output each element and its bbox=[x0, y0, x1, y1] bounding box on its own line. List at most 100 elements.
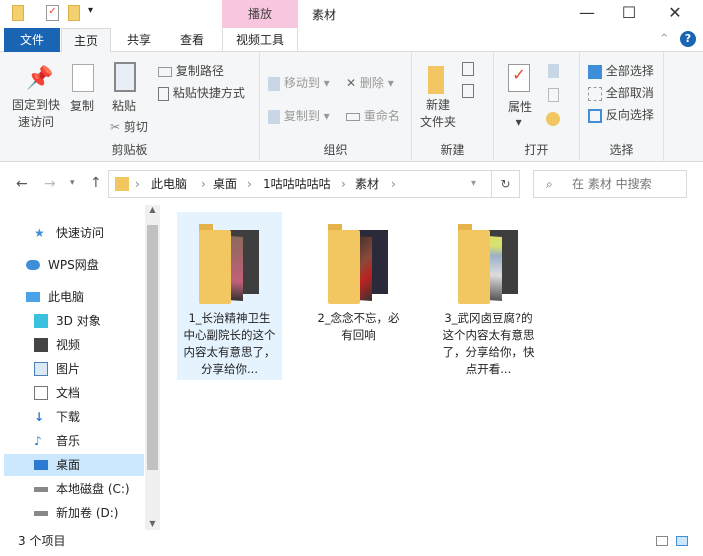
search-input[interactable]: ⌕ 在 素材 中搜索 bbox=[533, 170, 687, 198]
crumb-current[interactable]: 素材 bbox=[355, 171, 379, 197]
nav-this-pc[interactable]: 此电脑 bbox=[4, 286, 144, 308]
nav-documents[interactable]: 文档 bbox=[4, 382, 144, 404]
drive-icon bbox=[34, 487, 48, 492]
nav-3d-objects[interactable]: 3D 对象 bbox=[4, 310, 144, 332]
refresh-button[interactable]: ↻ bbox=[491, 171, 519, 197]
close-button[interactable]: ✕ bbox=[652, 0, 698, 28]
scroll-down-icon[interactable]: ▼ bbox=[145, 519, 160, 528]
tab-video-tools[interactable]: 视频工具 bbox=[222, 28, 298, 52]
new-folder-label-2: 文件夹 bbox=[420, 115, 457, 129]
address-bar[interactable]: › 此电脑 › 桌面 › 1咕咕咕咕咕 › 素材 › ▾ ↻ bbox=[108, 170, 520, 198]
folder-icon bbox=[12, 5, 24, 21]
cut-button[interactable]: ✂ 剪切 bbox=[110, 118, 148, 135]
details-view-icon[interactable] bbox=[656, 536, 668, 546]
copy-to-label: 复制到 bbox=[283, 109, 320, 123]
file-item[interactable]: 1_长治精神卫生中心副院长的这个内容太有意思了，分享给你... bbox=[177, 212, 282, 380]
nav-music[interactable]: ♪ 音乐 bbox=[4, 430, 144, 452]
crumb-desktop[interactable]: 桌面 bbox=[213, 171, 237, 197]
nav-desktop[interactable]: 桌面 bbox=[4, 454, 144, 476]
maximize-button[interactable]: ☐ bbox=[606, 0, 652, 28]
nav-wps-drive[interactable]: WPS网盘 bbox=[4, 254, 144, 276]
nav-drive-c[interactable]: 本地磁盘 (C:) bbox=[4, 478, 144, 500]
nav-quick-access[interactable]: ★ 快速访问 bbox=[4, 222, 144, 244]
scroll-up-icon[interactable]: ▲ bbox=[145, 205, 160, 214]
navigation-pane: ★ 快速访问 WPS网盘 此电脑 3D 对象 视频 图片 文档 ↓ 下载 ♪ 音乐 桌… bbox=[0, 205, 160, 530]
ribbon: 📌 固定到快 速访问 复制 粘贴 ✂ 剪切 复制路径 粘贴快捷方式 剪贴板 移动到… bbox=[0, 52, 703, 162]
delete-icon: ✕ bbox=[346, 76, 357, 90]
crumb-sep: › bbox=[341, 177, 346, 191]
nav-videos[interactable]: 视频 bbox=[4, 334, 144, 356]
paste-shortcut-button[interactable]: 粘贴快捷方式 bbox=[158, 84, 245, 101]
nav-drive-d[interactable]: 新加卷 (D:) bbox=[4, 502, 144, 524]
group-label-open: 打开 bbox=[524, 143, 549, 157]
properties-button[interactable]: 属性 ▾ bbox=[508, 98, 532, 129]
copy-button[interactable]: 复制 bbox=[70, 97, 94, 114]
tab-file[interactable]: 文件 bbox=[4, 28, 60, 52]
history-icon[interactable] bbox=[546, 112, 560, 126]
new-item-icon[interactable] bbox=[462, 62, 474, 76]
cube-icon bbox=[34, 314, 48, 328]
search-icon: ⌕ bbox=[546, 177, 553, 191]
recent-locations-button[interactable]: ▾ bbox=[70, 178, 75, 188]
nav-scrollbar-thumb[interactable] bbox=[147, 225, 158, 470]
rename-label: 重命名 bbox=[363, 109, 400, 123]
select-all-button[interactable]: 全部选择 bbox=[588, 62, 654, 79]
up-button[interactable]: ↑ bbox=[90, 175, 102, 191]
pin-quick-access-button[interactable]: 固定到快 速访问 bbox=[10, 97, 62, 131]
group-label-organize: 组织 bbox=[323, 143, 348, 157]
group-new: 新建 文件夹 新建 bbox=[412, 52, 494, 162]
invert-selection-label: 反向选择 bbox=[605, 108, 654, 122]
nav-downloads[interactable]: ↓ 下载 bbox=[4, 406, 144, 428]
crumb-sep: › bbox=[201, 177, 206, 191]
address-dropdown-icon[interactable]: ▾ bbox=[471, 171, 476, 197]
crumb-sep: › bbox=[135, 177, 140, 191]
document-icon bbox=[34, 386, 48, 400]
crumb-sep: › bbox=[247, 177, 252, 191]
scissors-icon: ✂ bbox=[110, 120, 121, 134]
new-folder-label: 新建 bbox=[426, 98, 451, 112]
crumb-folder[interactable]: 1咕咕咕咕咕 bbox=[263, 171, 331, 197]
back-button[interactable]: ← bbox=[16, 176, 28, 192]
crumb-this-pc[interactable]: 此电脑 bbox=[151, 171, 187, 197]
tab-view[interactable]: 查看 bbox=[166, 28, 218, 52]
minimize-button[interactable]: — bbox=[564, 0, 610, 28]
context-tab-play: 播放 bbox=[222, 0, 298, 28]
copy-to-icon bbox=[268, 109, 280, 124]
tab-share[interactable]: 共享 bbox=[114, 28, 164, 52]
copy-to-button[interactable]: 复制到 ▾ bbox=[268, 107, 330, 124]
file-item[interactable]: 3_武冈卤豆腐?的这个内容太有意思了，分享给你，快点开看... bbox=[436, 212, 541, 380]
file-item[interactable]: 2_念念不忘，必有回响 bbox=[306, 212, 411, 380]
delete-label: 删除 bbox=[359, 76, 384, 90]
open-icon[interactable] bbox=[548, 64, 559, 78]
video-folder-icon bbox=[458, 224, 520, 304]
group-select: 全部选择 全部取消 反向选择 选择 bbox=[580, 52, 664, 162]
move-to-button[interactable]: 移动到 ▾ bbox=[268, 74, 330, 91]
customize-quick-access-icon[interactable]: ▾ bbox=[88, 5, 93, 16]
invert-selection-icon bbox=[588, 108, 602, 123]
edit-icon[interactable] bbox=[548, 88, 559, 102]
nav-pictures[interactable]: 图片 bbox=[4, 358, 144, 380]
properties-quick-icon[interactable]: ✓ bbox=[46, 5, 59, 21]
copy-path-button[interactable]: 复制路径 bbox=[158, 62, 224, 79]
picture-icon bbox=[34, 362, 48, 376]
new-folder-button[interactable]: 新建 文件夹 bbox=[420, 97, 456, 131]
status-bar: 3 个项目 bbox=[0, 530, 703, 556]
new-folder-quick-icon[interactable] bbox=[68, 5, 80, 21]
large-icons-view-icon[interactable] bbox=[676, 536, 688, 546]
select-all-label: 全部选择 bbox=[605, 64, 654, 78]
nav-label: 本地磁盘 (C:) bbox=[56, 482, 130, 496]
group-open: ✓ 属性 ▾ 打开 bbox=[494, 52, 580, 162]
easy-access-icon[interactable] bbox=[462, 84, 474, 98]
forward-button[interactable]: → bbox=[44, 176, 56, 192]
paste-button[interactable]: 粘贴 bbox=[112, 97, 136, 114]
delete-button[interactable]: ✕ 删除 ▾ bbox=[346, 74, 394, 91]
tab-home[interactable]: 主页 bbox=[61, 28, 111, 53]
collapse-ribbon-icon[interactable]: ^ bbox=[660, 33, 668, 44]
help-icon[interactable]: ? bbox=[680, 31, 696, 47]
invert-selection-button[interactable]: 反向选择 bbox=[588, 106, 654, 123]
rename-button[interactable]: 重命名 bbox=[346, 107, 400, 124]
folder-icon bbox=[115, 177, 129, 191]
drive-icon bbox=[34, 511, 48, 516]
select-none-button[interactable]: 全部取消 bbox=[588, 84, 654, 101]
new-folder-icon bbox=[428, 66, 444, 94]
